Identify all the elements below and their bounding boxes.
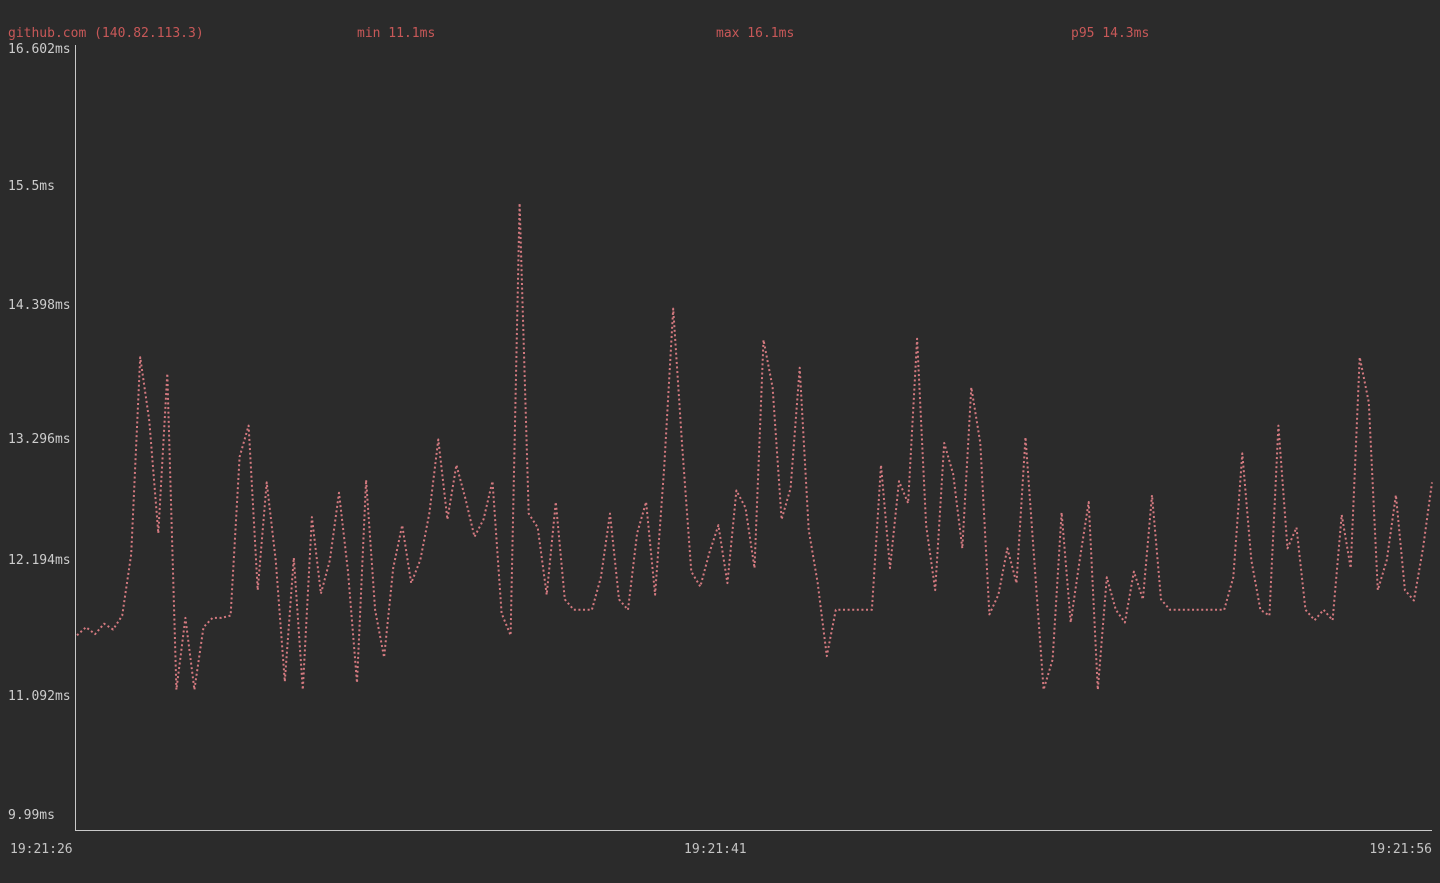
x-axis-label: 19:21:41 (684, 843, 747, 857)
latency-plot (0, 0, 1440, 883)
x-axis-label: 19:21:26 (10, 843, 73, 857)
gping-terminal-screen: github.com (140.82.113.3) min 11.1ms max… (0, 0, 1440, 883)
ping-series-path (77, 203, 1432, 690)
x-axis-label: 19:21:56 (1369, 843, 1432, 857)
